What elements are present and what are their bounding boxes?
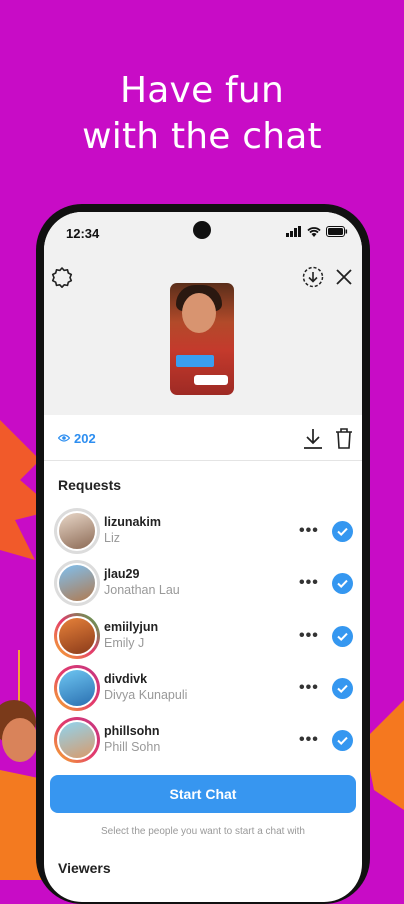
request-row[interactable]: jlau29 Jonathan Lau ••• xyxy=(44,558,362,610)
checkmark-icon[interactable] xyxy=(332,626,353,647)
signal-icon xyxy=(286,226,301,237)
status-icons xyxy=(286,226,348,237)
more-options-icon[interactable]: ••• xyxy=(299,522,319,540)
close-icon[interactable] xyxy=(334,267,354,287)
request-row[interactable]: divdivk Divya Kunapuli ••• xyxy=(44,663,362,715)
checkmark-icon[interactable] xyxy=(332,730,353,751)
download-circle-icon[interactable] xyxy=(302,266,324,288)
more-options-icon[interactable]: ••• xyxy=(299,574,319,592)
checkmark-icon[interactable] xyxy=(332,573,353,594)
more-options-icon[interactable]: ••• xyxy=(299,679,319,697)
avatar xyxy=(54,717,100,763)
request-full-name: Phill Sohn xyxy=(104,740,161,754)
checkmark-icon[interactable] xyxy=(332,521,353,542)
avatar xyxy=(54,560,100,606)
avatar xyxy=(54,665,100,711)
request-row[interactable]: phillsohn Phill Sohn ••• xyxy=(44,715,362,767)
request-full-name: Emily J xyxy=(104,636,145,650)
request-username: divdivk xyxy=(104,672,148,686)
trash-icon[interactable] xyxy=(333,426,355,450)
avatar xyxy=(54,508,100,554)
request-username: jlau29 xyxy=(104,567,140,581)
headline-line-2: with the chat xyxy=(82,116,322,157)
request-full-name: Divya Kunapuli xyxy=(104,688,188,702)
views-bar: 202 xyxy=(44,415,362,461)
views-count[interactable]: 202 xyxy=(74,431,96,446)
request-row[interactable]: lizunakim Liz ••• xyxy=(44,506,362,558)
more-options-icon[interactable]: ••• xyxy=(299,627,319,645)
story-thumbnail-sticker xyxy=(176,355,214,367)
avatar xyxy=(54,613,100,659)
status-time: 12:34 xyxy=(66,226,100,241)
request-username: emiilyjun xyxy=(104,620,159,634)
request-full-name: Liz xyxy=(104,531,120,545)
wifi-icon xyxy=(307,227,321,237)
gear-icon[interactable] xyxy=(50,266,74,290)
camera-notch xyxy=(193,221,211,239)
headline-line-1: Have fun xyxy=(120,70,284,111)
start-chat-hint: Select the people you want to start a ch… xyxy=(100,826,305,837)
more-options-icon[interactable]: ••• xyxy=(299,731,319,749)
request-username: phillsohn xyxy=(104,724,160,738)
request-username: lizunakim xyxy=(104,515,161,529)
requests-title: Requests xyxy=(58,477,122,493)
story-thumbnail-face xyxy=(182,293,216,333)
checkmark-icon[interactable] xyxy=(332,678,353,699)
background-orange-shape xyxy=(364,700,404,810)
download-icon[interactable] xyxy=(302,427,324,451)
eye-icon xyxy=(58,434,70,442)
story-thumbnail[interactable] xyxy=(170,283,234,395)
headline: Have fun with the chat xyxy=(0,68,404,160)
viewers-title: Viewers xyxy=(58,860,111,876)
battery-icon xyxy=(326,226,348,237)
phone-frame: 12:34 202 Requests lizunakim Liz ••• jla… xyxy=(36,204,370,904)
request-row[interactable]: emiilyjun Emily J ••• xyxy=(44,611,362,663)
story-thumbnail-sticker-2 xyxy=(194,375,228,385)
request-full-name: Jonathan Lau xyxy=(104,583,180,597)
start-chat-button[interactable]: Start Chat xyxy=(50,775,356,813)
phone-screen: 12:34 202 Requests lizunakim Liz ••• jla… xyxy=(44,212,362,902)
